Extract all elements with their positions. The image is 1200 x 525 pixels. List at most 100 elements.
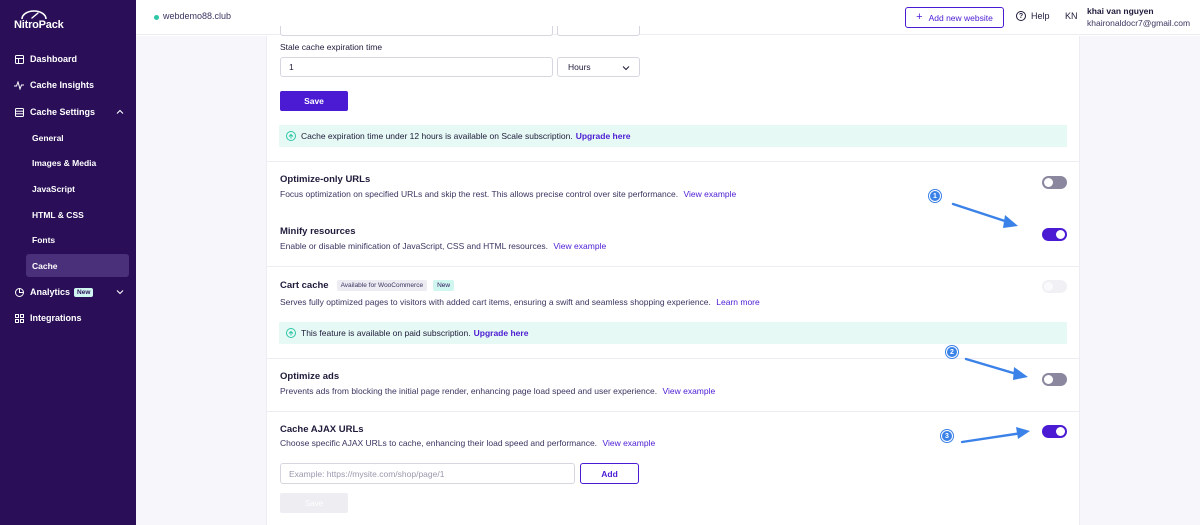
sidebar-item-cache-settings[interactable]: Cache Settings (14, 104, 95, 120)
sidebar: NitroPack Dashboard Cache Insights Cache… (0, 0, 136, 525)
annotation-arrow-1 (951, 202, 1018, 228)
title-text: Cart cache (280, 280, 329, 291)
notice-text: This feature is available on paid subscr… (301, 328, 471, 338)
cart-cache-desc: Serves fully optimized pages to visitors… (280, 297, 760, 307)
sidebar-item-cache-insights[interactable]: Cache Insights (14, 77, 94, 93)
annotation-arrow-3 (960, 427, 1030, 444)
woocommerce-tag: Available for WooCommerce (336, 280, 428, 291)
notice-text: Cache expiration time under 12 hours is … (301, 131, 573, 141)
desc-text: Enable or disable minification of JavaSc… (280, 241, 549, 251)
dashboard-icon (14, 54, 24, 64)
sidebar-item-integrations[interactable]: Integrations (14, 310, 82, 326)
view-example-link[interactable]: View example (602, 438, 655, 448)
user-email: khaironaldocr7@gmail.com (1087, 18, 1191, 28)
sidebar-item-analytics[interactable]: Analytics New (14, 284, 94, 300)
add-website-label: Add new website (928, 12, 993, 23)
sidebar-item-label: Analytics (30, 287, 71, 297)
optimize-only-title: Optimize-only URLs (280, 174, 371, 185)
sidebar-item-label: Dashboard (30, 54, 78, 64)
help-icon: ? (1016, 11, 1026, 21)
divider (266, 411, 1080, 412)
paid-feature-notice: This feature is available on paid subscr… (279, 322, 1067, 344)
divider (266, 161, 1080, 162)
optimize-ads-toggle[interactable] (1042, 373, 1067, 386)
stale-cache-unit-select[interactable]: Hours (557, 57, 640, 77)
toggle-knob (1056, 427, 1065, 436)
insights-icon (14, 80, 24, 90)
cart-cache-title: Cart cache Available for WooCommerce New (280, 280, 455, 291)
divider (266, 266, 1080, 267)
view-example-link[interactable]: View example (662, 386, 715, 396)
plus-icon: + (916, 11, 923, 23)
annotation-marker-3: 3 (941, 430, 953, 442)
cutoff-input[interactable] (280, 26, 553, 36)
cache-ajax-toggle[interactable] (1042, 425, 1067, 438)
divider (266, 358, 1080, 359)
sidebar-subitem-images-media[interactable]: Images & Media (32, 158, 96, 168)
desc-text: Choose specific AJAX URLs to cache, enha… (280, 438, 598, 448)
chevron-down-icon[interactable] (116, 288, 124, 296)
logo[interactable]: NitroPack (14, 19, 64, 31)
desc-text: Prevents ads from blocking the initial p… (280, 386, 658, 396)
add-website-button[interactable]: + Add new website (905, 7, 1004, 28)
sidebar-subitem-fonts[interactable]: Fonts (32, 235, 55, 245)
toggle-knob (1044, 178, 1053, 187)
annotation-arrow-2 (964, 357, 1028, 380)
stale-cache-label: Stale cache expiration time (280, 42, 383, 52)
cache-ajax-title: Cache AJAX URLs (280, 424, 364, 435)
sidebar-subitem-cache[interactable]: Cache (32, 261, 58, 271)
sidebar-subitem-html-css[interactable]: HTML & CSS (32, 210, 84, 220)
expiration-upgrade-notice: Cache expiration time under 12 hours is … (279, 125, 1067, 147)
sidebar-item-label: Cache Settings (30, 107, 96, 117)
new-badge: New (74, 287, 94, 297)
toggle-knob (1044, 282, 1053, 291)
optimize-only-desc: Focus optimization on specified URLs and… (280, 189, 736, 199)
minify-title: Minify resources (280, 226, 356, 237)
minify-toggle[interactable] (1042, 228, 1067, 241)
site-selector[interactable]: webdemo88.club (163, 11, 231, 21)
toggle-knob (1044, 375, 1053, 384)
desc-text: Focus optimization on specified URLs and… (280, 189, 679, 199)
optimize-only-toggle[interactable] (1042, 176, 1067, 189)
annotation-marker-1: 1 (929, 190, 941, 202)
sidebar-item-dashboard[interactable]: Dashboard (14, 51, 77, 67)
integrations-icon (14, 313, 24, 323)
user-name[interactable]: khai van nguyen (1087, 6, 1154, 16)
minify-desc: Enable or disable minification of JavaSc… (280, 241, 606, 251)
upgrade-link[interactable]: Upgrade here (576, 131, 631, 141)
ajax-save-button[interactable]: Save (280, 493, 348, 513)
chevron-up-icon[interactable] (116, 108, 124, 116)
view-example-link[interactable]: View example (683, 189, 736, 199)
avatar[interactable]: KN (1065, 11, 1078, 21)
stale-cache-input[interactable]: 1 (280, 57, 553, 77)
analytics-icon (14, 287, 24, 297)
main-content: Stale cache expiration time 1 Hours Save… (136, 26, 1200, 525)
help-label: Help (1031, 11, 1050, 21)
unit-value: Hours (568, 62, 591, 72)
arrow-up-circle-icon (286, 328, 296, 338)
cutoff-select[interactable] (557, 26, 640, 36)
sidebar-subitem-javascript[interactable]: JavaScript (32, 184, 75, 194)
cache-settings-icon (14, 107, 24, 117)
cache-ajax-desc: Choose specific AJAX URLs to cache, enha… (280, 438, 655, 448)
arrow-up-circle-icon (286, 131, 296, 141)
chevron-down-icon (622, 66, 630, 71)
new-badge: New (433, 280, 455, 291)
help-link[interactable]: ? Help (1016, 11, 1050, 21)
upgrade-link[interactable]: Upgrade here (474, 328, 529, 338)
toggle-knob (1056, 230, 1065, 239)
annotation-marker-2: 2 (946, 346, 958, 358)
optimize-ads-title: Optimize ads (280, 371, 340, 382)
ajax-url-input[interactable]: Example: https://mysite.com/shop/page/1 (280, 463, 575, 484)
site-status-dot (154, 15, 159, 20)
optimize-ads-desc: Prevents ads from blocking the initial p… (280, 386, 715, 396)
sidebar-subitem-general[interactable]: General (32, 133, 64, 143)
sidebar-item-label: Cache Insights (30, 80, 95, 90)
ajax-add-button[interactable]: Add (580, 463, 639, 484)
desc-text: Serves fully optimized pages to visitors… (280, 297, 711, 307)
stale-cache-save-button[interactable]: Save (280, 91, 348, 111)
cart-cache-toggle[interactable] (1042, 280, 1067, 293)
view-example-link[interactable]: View example (553, 241, 606, 251)
learn-more-link[interactable]: Learn more (716, 297, 759, 307)
sidebar-item-label: Integrations (30, 313, 82, 323)
